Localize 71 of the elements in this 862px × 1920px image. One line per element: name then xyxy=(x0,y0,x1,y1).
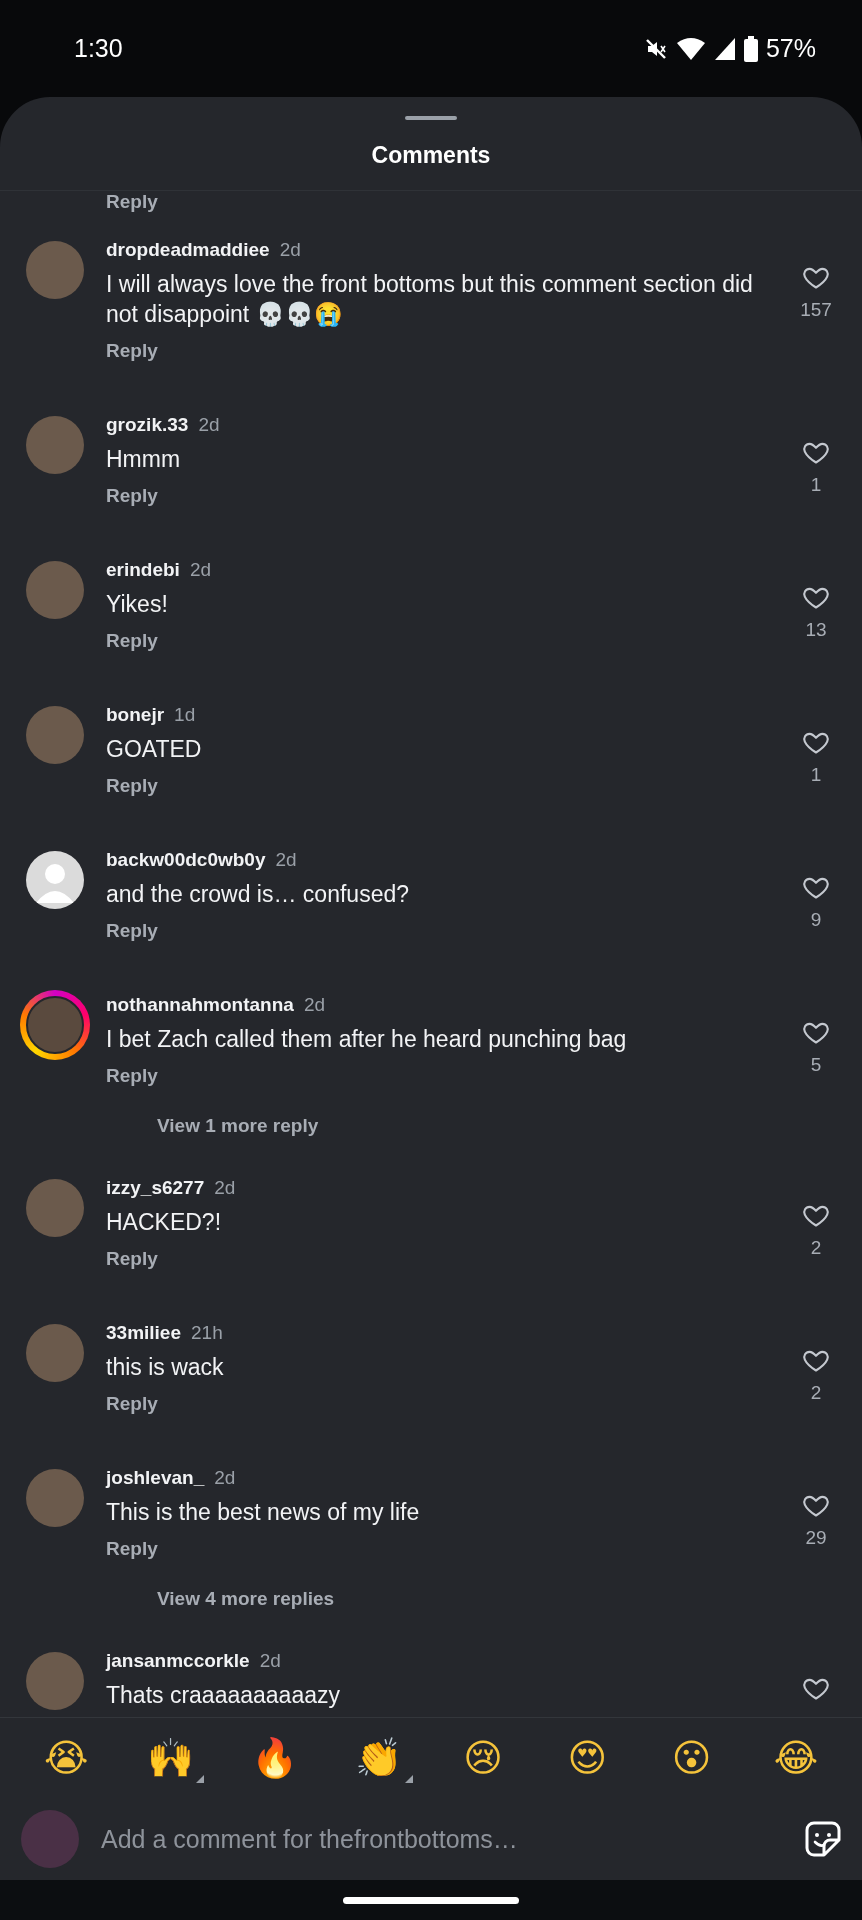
reply-button[interactable]: Reply xyxy=(106,191,158,213)
reply-button[interactable]: Reply xyxy=(106,919,158,943)
username[interactable]: erindebi xyxy=(106,559,180,581)
emoji-reaction-button[interactable]: 😍 xyxy=(557,1735,618,1781)
sticker-icon[interactable] xyxy=(804,1820,842,1858)
like-count: 1 xyxy=(810,764,822,786)
username[interactable]: jansanmccorkle xyxy=(106,1650,250,1672)
home-indicator[interactable] xyxy=(343,1896,519,1904)
like-count: 2 xyxy=(810,1382,822,1404)
comment-input-field[interactable]: Add a comment for thefrontbottoms… xyxy=(101,1824,782,1854)
comment-age: 2d xyxy=(189,559,212,581)
username[interactable]: izzy_s6277 xyxy=(106,1177,205,1199)
comment-age: 1d xyxy=(174,704,196,726)
reply-button[interactable]: Reply xyxy=(106,1247,158,1271)
battery-icon xyxy=(743,35,758,62)
sheet-title: Comments xyxy=(371,142,491,169)
like-count: 2 xyxy=(810,1237,822,1259)
like-count: 5 xyxy=(810,1054,822,1076)
like-count: 1 xyxy=(810,474,822,496)
comment-text: I will always love the front bottoms but this comment section did not disappoint 💀💀😭 xyxy=(106,270,754,329)
emoji-reaction-button[interactable]: 😂 xyxy=(765,1735,826,1781)
reply-button[interactable]: Reply xyxy=(106,1392,158,1416)
comment-age: 2d xyxy=(303,994,326,1016)
emoji-reaction-button[interactable]: 🔥 xyxy=(244,1735,305,1781)
username[interactable]: grozik.33 xyxy=(106,414,189,436)
reply-button[interactable]: Reply xyxy=(106,339,158,363)
emoji-reaction-button[interactable]: 😮 xyxy=(661,1735,722,1781)
comment-age: 2d xyxy=(198,414,220,436)
view-replies-link[interactable]: View 4 more replies xyxy=(157,1587,335,1611)
comment-age: 2d xyxy=(279,239,301,261)
comment-age: 2d xyxy=(259,1650,281,1672)
username[interactable]: joshlevan_ xyxy=(106,1467,205,1489)
emoji-reaction-button[interactable]: 👏 xyxy=(348,1735,409,1781)
comment-text: I bet Zach called them after he heard punching bag xyxy=(106,1025,628,1054)
username[interactable]: bonejr xyxy=(106,704,165,726)
wifi-icon xyxy=(675,36,706,61)
comment-text: Thats craaaaaaaaaazy xyxy=(106,1681,341,1710)
comment-text: Hmmm xyxy=(106,445,182,474)
emoji-reaction-button[interactable]: 😢 xyxy=(453,1735,514,1781)
comment-text: Yikes! xyxy=(106,590,169,619)
clock-time: 1:30 xyxy=(74,34,123,63)
like-count: 29 xyxy=(805,1527,827,1549)
reply-button[interactable]: Reply xyxy=(106,629,158,653)
default-avatar-icon[interactable] xyxy=(26,851,84,909)
reply-button[interactable]: Reply xyxy=(106,484,158,508)
battery-percentage: 57% xyxy=(765,34,816,63)
like-count: 157 xyxy=(800,299,832,321)
username[interactable]: backw00dc0wb0y xyxy=(106,849,266,871)
like-count: 9 xyxy=(810,909,822,931)
reply-button[interactable]: Reply xyxy=(106,774,158,798)
view-replies-link[interactable]: View 1 more reply xyxy=(157,1114,319,1138)
drag-handle[interactable] xyxy=(405,116,457,120)
comment-age: 2d xyxy=(275,849,297,871)
emoji-reaction-button[interactable]: 🙌 xyxy=(140,1735,201,1781)
username[interactable]: dropdeadmaddiee xyxy=(106,239,270,261)
comment-age: 21h xyxy=(191,1322,223,1344)
comment-text: HACKED?! xyxy=(106,1208,223,1237)
comment-text: This is the best news of my life xyxy=(106,1498,421,1527)
mute-icon xyxy=(643,36,668,61)
comment-text: this is wack xyxy=(106,1353,225,1382)
reply-button[interactable]: Reply xyxy=(106,1537,158,1561)
comment-text: GOATED xyxy=(106,735,203,764)
reply-button[interactable]: Reply xyxy=(106,1064,158,1088)
emoji-reaction-button[interactable]: 😭 xyxy=(36,1735,97,1781)
comment-age: 2d xyxy=(214,1467,236,1489)
username[interactable]: nothannahmontanna xyxy=(106,994,294,1016)
username[interactable]: 33miliee xyxy=(106,1322,181,1344)
comment-age: 2d xyxy=(214,1177,236,1199)
signal-icon xyxy=(713,36,736,61)
comment-text: and the crowd is… confused? xyxy=(106,880,410,909)
like-count: 13 xyxy=(805,619,827,641)
